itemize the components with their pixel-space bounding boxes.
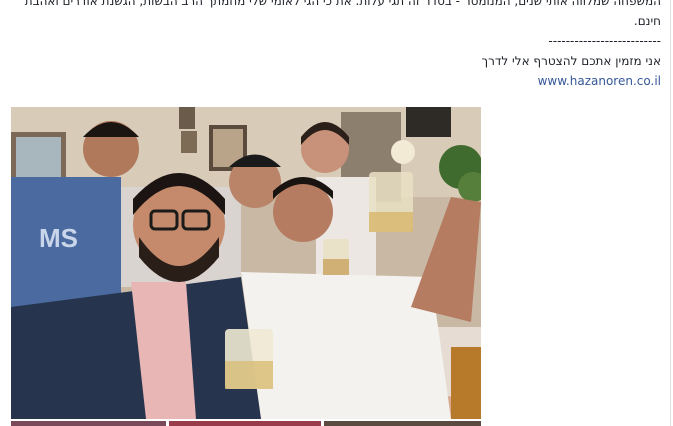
thumbnail-2[interactable] [169, 421, 321, 426]
post-photo[interactable]: MS [11, 107, 481, 419]
svg-text:MS: MS [39, 223, 78, 253]
post-divider-line: -------------------------- [548, 34, 661, 48]
post-text-line-1: המשפחה שמלווה אותי שנים, המנומטר - בסדר … [24, 0, 661, 8]
photo-thumbnail-strip [11, 421, 481, 426]
thumbnail-3[interactable] [324, 421, 481, 426]
selfie-photo-illustration: MS [11, 107, 481, 419]
website-link[interactable]: www.hazanoren.co.il [538, 74, 661, 88]
post-invite-line: אני מזמין אתכם להצטרף אלי לדרך [481, 54, 661, 68]
page-right-border [670, 0, 671, 426]
post-text-line-2: חינם. [633, 14, 661, 28]
thumbnail-1[interactable] [11, 421, 166, 426]
post-link-line: www.hazanoren.co.il [21, 71, 661, 91]
post-text: המשפחה שמלווה אותי שנים, המנומטר - בסדר … [21, 0, 661, 91]
